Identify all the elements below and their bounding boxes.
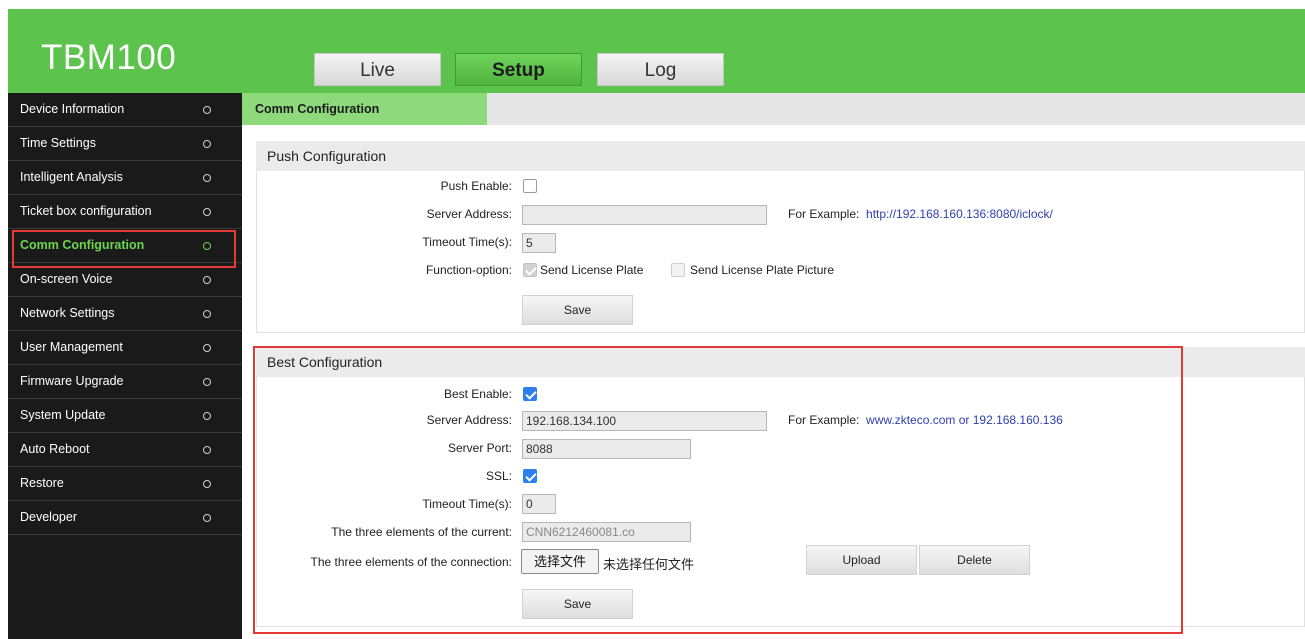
best-enable-label: Best Enable: [443,387,512,401]
breadcrumb-current: Comm Configuration [242,93,487,125]
best-current-label: The three elements of the current: [331,525,512,539]
sidebar-item-time-settings[interactable]: Time Settings [8,127,242,161]
best-enable-checkbox[interactable] [523,387,537,401]
radio-dot-icon [203,106,211,114]
sidebar-item-label: Comm Configuration [20,238,145,252]
sidebar-item-label: Intelligent Analysis [20,170,123,184]
radio-dot-icon [203,242,211,250]
sidebar-item-label: On-screen Voice [20,272,113,286]
best-section-title: Best Configuration [256,347,1305,377]
delete-button[interactable]: Delete [919,545,1030,575]
choose-file-button[interactable]: 选择文件 [521,549,599,574]
sidebar-item-label: Restore [20,476,64,490]
push-section-body [256,171,1305,333]
sidebar-item-developer[interactable]: Developer [8,501,242,535]
sidebar-item-label: Time Settings [20,136,96,150]
best-current-input[interactable]: CNN6212460081.co [522,522,691,542]
best-example-value: www.zkteco.com or 192.168.160.136 [866,413,1063,427]
push-enable-label: Push Enable: [440,179,512,193]
main-content: Comm Configuration Push Configuration Pu… [242,93,1305,639]
tab-live[interactable]: Live [314,53,441,86]
sidebar-item-ticket-box-configuration[interactable]: Ticket box configuration [8,195,242,229]
best-ssl-checkbox[interactable] [523,469,537,483]
best-timeout-input[interactable]: 0 [522,494,556,514]
sidebar-item-intelligent-analysis[interactable]: Intelligent Analysis [8,161,242,195]
radio-dot-icon [203,310,211,318]
best-server-input[interactable]: 192.168.134.100 [522,411,767,431]
sidebar-item-comm-configuration[interactable]: Comm Configuration [8,229,242,263]
send-license-plate-picture-checkbox[interactable] [671,263,685,277]
best-save-button[interactable]: Save [522,589,633,619]
push-example: For Example: http://192.168.160.136:8080… [788,207,1053,221]
sidebar-item-label: Network Settings [20,306,115,320]
sidebar-item-label: User Management [20,340,123,354]
best-timeout-label: Timeout Time(s): [422,497,512,511]
best-example: For Example: www.zkteco.com or 192.168.1… [788,413,1063,427]
push-function-label: Function-option: [425,263,512,277]
radio-dot-icon [203,276,211,284]
app-logo: TBM100 [41,38,177,77]
radio-dot-icon [203,446,211,454]
sidebar-item-label: Device Information [20,102,125,116]
radio-dot-icon [203,480,211,488]
radio-dot-icon [203,378,211,386]
push-timeout-label: Timeout Time(s): [422,235,512,249]
push-server-label: Server Address: [426,207,512,221]
best-port-input[interactable]: 8088 [522,439,691,459]
push-timeout-input[interactable]: 5 [522,233,556,253]
sidebar-item-label: Auto Reboot [20,442,90,456]
upload-button[interactable]: Upload [806,545,917,575]
push-save-button[interactable]: Save [522,295,633,325]
sidebar-item-label: Firmware Upgrade [20,374,124,388]
best-server-label: Server Address: [426,413,512,427]
sidebar-item-user-management[interactable]: User Management [8,331,242,365]
radio-dot-icon [203,140,211,148]
breadcrumb: Comm Configuration [242,93,1305,125]
best-connection-label: The three elements of the connection: [310,555,512,569]
radio-dot-icon [203,208,211,216]
send-license-plate-label: Send License Plate [540,263,644,277]
radio-dot-icon [203,344,211,352]
header: TBM100 Live Setup Log [0,0,1305,93]
radio-dot-icon [203,514,211,522]
radio-dot-icon [203,174,211,182]
sidebar: Device Information Time Settings Intelli… [8,93,242,639]
sidebar-item-restore[interactable]: Restore [8,467,242,501]
send-license-plate-checkbox[interactable] [523,263,537,277]
push-section-title: Push Configuration [256,141,1305,171]
sidebar-item-network-settings[interactable]: Network Settings [8,297,242,331]
push-example-label: For Example: [788,207,860,221]
radio-dot-icon [203,412,211,420]
sidebar-item-on-screen-voice[interactable]: On-screen Voice [8,263,242,297]
sidebar-item-device-information[interactable]: Device Information [8,93,242,127]
sidebar-item-auto-reboot[interactable]: Auto Reboot [8,433,242,467]
push-enable-checkbox[interactable] [523,179,537,193]
sidebar-item-system-update[interactable]: System Update [8,399,242,433]
tab-log[interactable]: Log [597,53,724,86]
send-license-plate-picture-label: Send License Plate Picture [690,263,835,277]
tab-setup[interactable]: Setup [455,53,582,86]
best-example-label: For Example: [788,413,860,427]
sidebar-item-label: Ticket box configuration [20,204,152,218]
sidebar-item-label: Developer [20,510,77,524]
best-ssl-label: SSL: [485,469,512,483]
file-status-text: 未选择任何文件 [603,557,695,572]
push-server-input[interactable] [522,205,767,225]
page: TBM100 Live Setup Log Device Information… [0,0,1305,639]
best-port-label: Server Port: [447,441,512,455]
push-example-value: http://192.168.160.136:8080/iclock/ [866,207,1053,221]
sidebar-item-firmware-upgrade[interactable]: Firmware Upgrade [8,365,242,399]
sidebar-item-label: System Update [20,408,106,422]
